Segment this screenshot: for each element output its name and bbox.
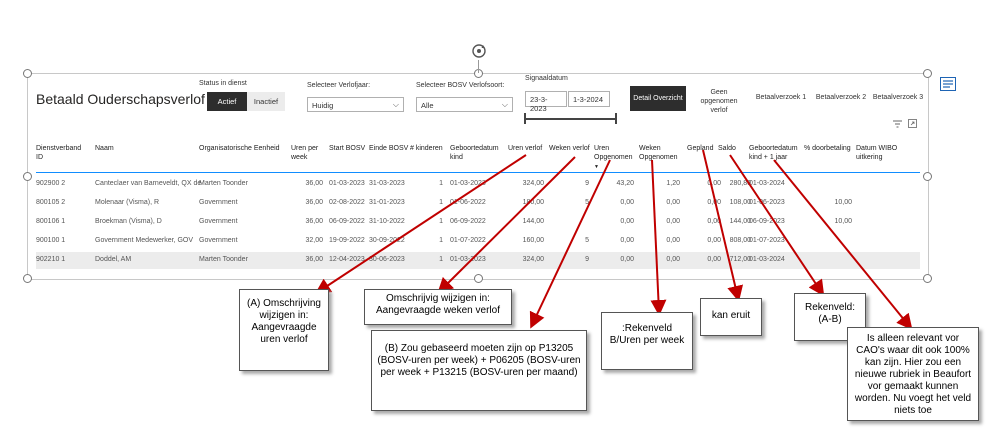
callout-rekenveld-b: :Rekenveld B/Uren per week <box>601 312 693 370</box>
callout-weken: Omschrijvig wijzigen in: Aangevraagde we… <box>364 289 512 325</box>
callout-kan-eruit: kan eruit <box>700 298 762 336</box>
callout-a: (A) Omschrijving wijzigen in: Aangevraag… <box>239 289 329 371</box>
callout-b: (B) Zou gebaseerd moeten zijn op P13205 … <box>371 330 587 411</box>
callout-cao: Is alleen relevant vor CAO's waar dit oo… <box>847 327 979 421</box>
